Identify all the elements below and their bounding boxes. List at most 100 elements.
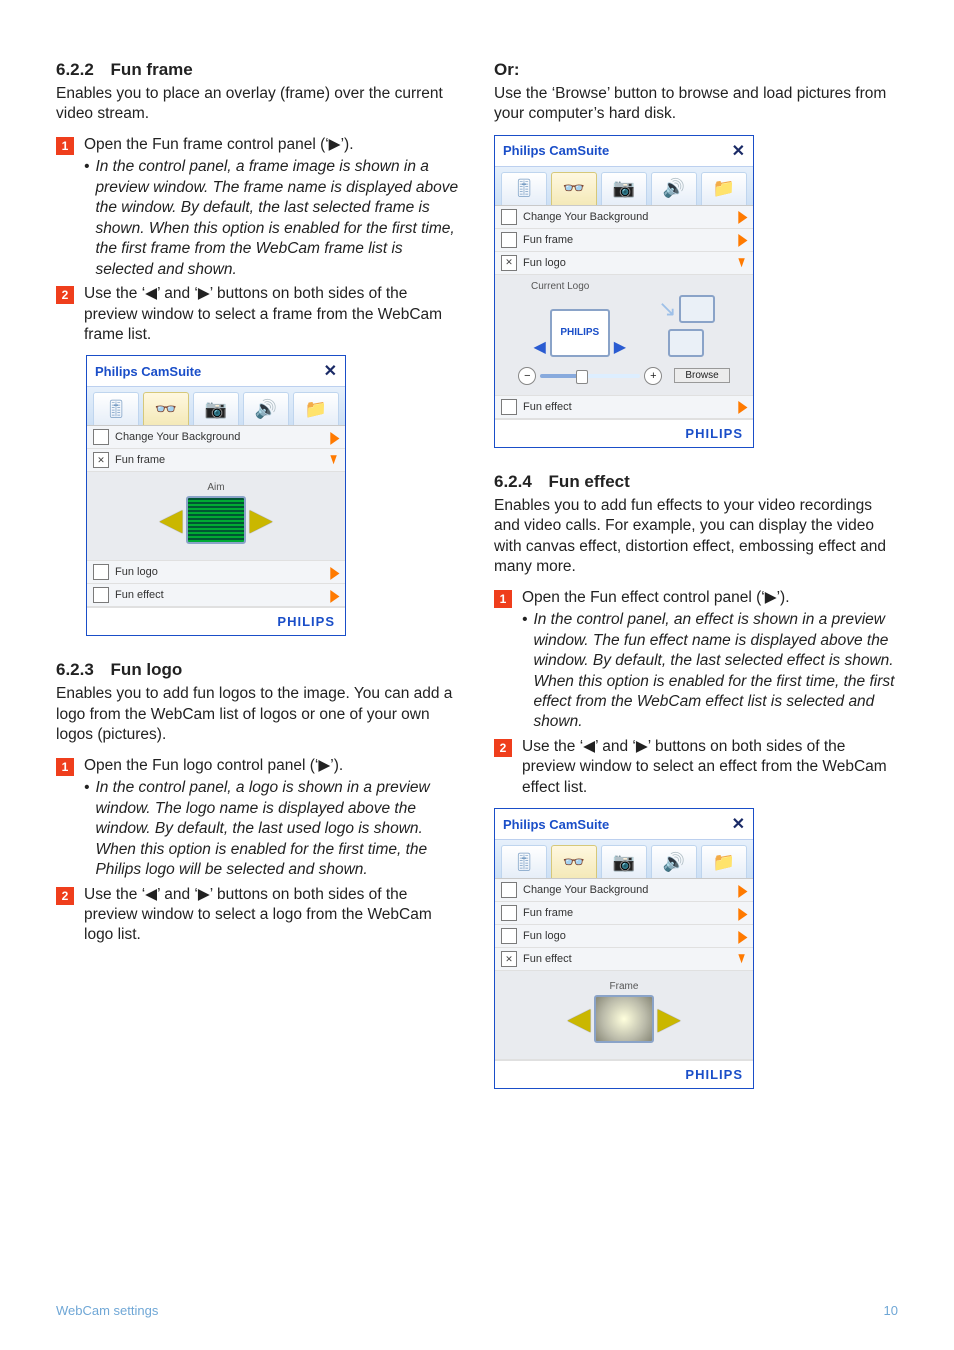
steps-6-2-3: 1 Open the Fun logo control panel (‘▶’).… [56,756,460,946]
equalizer-icon: 🎚 [105,399,128,420]
checkbox-checked[interactable]: ✕ [93,452,109,468]
next-logo-button[interactable]: ▶ [614,337,626,357]
tab-3[interactable]: 📷 [601,845,647,878]
close-icon[interactable]: ✕ [324,361,337,381]
prev-effect-button[interactable]: ◀ [568,1005,590,1033]
checkbox-checked[interactable]: ✕ [501,255,517,271]
checkbox-unchecked[interactable] [501,399,517,415]
tab-2[interactable]: 👓 [143,392,189,425]
checkbox-unchecked[interactable] [93,429,109,445]
step-1-bullet: • In the control panel, a logo is shown … [56,778,460,880]
next-effect-button[interactable]: ▶ [658,1005,680,1033]
row-funeffect[interactable]: Fun effect ▶ [87,584,345,607]
step-1-text: Open the Fun frame control panel (‘▶’). [84,135,460,155]
chevron-down-icon[interactable]: ▼ [736,951,747,968]
two-column-layout: 6.2.2 Fun frame Enables you to place an … [56,60,898,1103]
increase-button[interactable]: + [644,367,662,385]
camera-icon: 📷 [613,178,635,199]
checkbox-unchecked[interactable] [501,928,517,944]
tab-4[interactable]: 🔊 [651,172,697,205]
row-funeffect[interactable]: ✕ Fun effect ▼ [495,948,753,971]
tab-4[interactable]: 🔊 [243,392,289,425]
tab-5[interactable]: 📁 [701,172,747,205]
tab-1[interactable]: 🎚 [501,172,547,205]
row-funlogo[interactable]: ✕ Fun logo ▼ [495,252,753,275]
row-changebg[interactable]: Change Your Background ▶ [495,879,753,902]
checkbox-unchecked[interactable] [501,905,517,921]
row-label: Fun effect [115,589,331,601]
chevron-right-icon[interactable]: ▶ [739,904,747,922]
preview-box: ◀ ▶ [160,496,271,544]
chevron-right-icon[interactable]: ▶ [739,881,747,899]
chevron-down-icon[interactable]: ▼ [328,452,339,469]
row-funeffect[interactable]: Fun effect ▶ [495,396,753,419]
preview-label: Aim [95,482,337,493]
checkbox-unchecked[interactable] [501,209,517,225]
decrease-button[interactable]: − [518,367,536,385]
tab-4[interactable]: 🔊 [651,845,697,878]
prev-logo-button[interactable]: ◀ [533,337,545,357]
heading-6-2-3: 6.2.3 Fun logo [56,660,460,680]
panel-rows: Change Your Background ▶ Fun frame ▶ Fun… [495,879,753,1060]
logo-size-slider-row: − + Browse [503,367,745,385]
checkbox-unchecked[interactable] [501,232,517,248]
row-label: Fun effect [523,401,739,413]
steps-6-2-4: 1 Open the Fun effect control panel (‘▶’… [494,588,898,799]
heading-number: 6.2.4 [494,472,532,491]
row-changebg[interactable]: Change Your Background ▶ [495,206,753,229]
tab-3[interactable]: 📷 [193,392,239,425]
tab-2[interactable]: 👓 [551,172,597,205]
close-icon[interactable]: ✕ [732,141,745,161]
panel-title: Philips CamSuite [503,143,609,158]
tab-1[interactable]: 🎚 [501,845,547,878]
funframe-expanded: Aim ◀ ▶ [87,472,345,561]
slider-track[interactable] [540,374,640,378]
checkbox-unchecked[interactable] [501,882,517,898]
position-thumbs: ↘ [658,295,714,357]
panel-tabs: 🎚 👓 📷 🔊 📁 [495,840,753,879]
chevron-right-icon[interactable]: ▶ [739,208,747,226]
row-funlogo[interactable]: Fun logo ▶ [87,561,345,584]
checkbox-unchecked[interactable] [93,587,109,603]
chevron-right-icon[interactable]: ▶ [331,586,339,604]
row-funframe[interactable]: Fun frame ▶ [495,229,753,252]
row-funlogo[interactable]: Fun logo ▶ [495,925,753,948]
camsuite-panel-funlogo: Philips CamSuite ✕ 🎚 👓 📷 🔊 📁 Change Your… [494,135,754,448]
slider-knob[interactable] [576,370,588,384]
position-thumb-2[interactable] [668,329,704,357]
folder-icon: 📁 [305,399,327,420]
step-2: 2 Use the ‘◀’ and ‘▶’ buttons on both si… [56,284,460,345]
bullet-dot: • [84,778,89,798]
heading-number: 6.2.2 [56,60,94,79]
close-icon[interactable]: ✕ [732,814,745,834]
chevron-right-icon[interactable]: ▶ [331,563,339,581]
tab-2[interactable]: 👓 [551,845,597,878]
row-changebg[interactable]: Change Your Background ▶ [87,426,345,449]
tab-5[interactable]: 📁 [293,392,339,425]
chevron-right-icon[interactable]: ▶ [331,428,339,446]
row-label: Change Your Background [523,211,739,223]
tab-3[interactable]: 📷 [601,172,647,205]
chevron-down-icon[interactable]: ▼ [736,255,747,272]
chevron-right-icon[interactable]: ▶ [739,231,747,249]
panel-title: Philips CamSuite [503,817,609,832]
tab-5[interactable]: 📁 [701,845,747,878]
row-label: Fun frame [523,907,739,919]
chevron-right-icon[interactable]: ▶ [739,398,747,416]
row-funframe[interactable]: Fun frame ▶ [495,902,753,925]
position-thumb-1[interactable] [679,295,715,323]
prev-frame-button[interactable]: ◀ [160,506,182,534]
folder-icon: 📁 [713,852,735,873]
next-frame-button[interactable]: ▶ [250,506,272,534]
row-funframe[interactable]: ✕ Fun frame ▼ [87,449,345,472]
tab-1[interactable]: 🎚 [93,392,139,425]
preview-wrap: Aim ◀ ▶ [95,478,337,550]
step-1: 1 Open the Fun effect control panel (‘▶’… [494,588,898,608]
heading-6-2-2: 6.2.2 Fun frame [56,60,460,80]
funeffect-expanded: Frame ◀ ▶ [495,971,753,1060]
chevron-right-icon[interactable]: ▶ [739,927,747,945]
checkbox-unchecked[interactable] [93,564,109,580]
browse-button[interactable]: Browse [674,368,729,383]
checkbox-checked[interactable]: ✕ [501,951,517,967]
or-heading: Or: [494,60,898,80]
